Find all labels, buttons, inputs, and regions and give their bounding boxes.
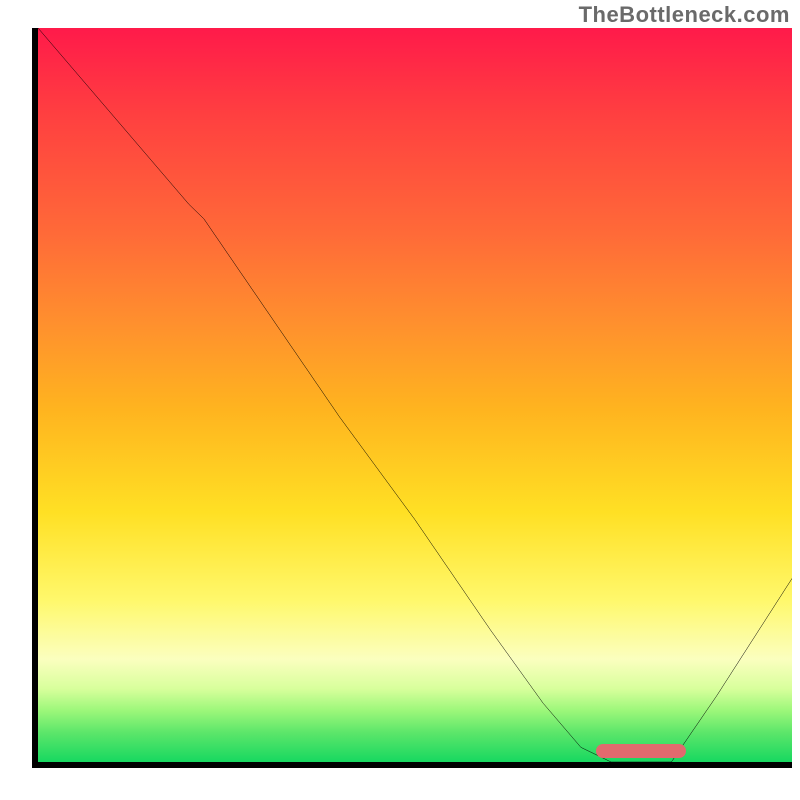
optimal-range-marker (596, 744, 686, 758)
plot-area (32, 28, 792, 768)
curve-path (38, 28, 792, 762)
attribution-label: TheBottleneck.com (579, 2, 790, 28)
bottleneck-curve (38, 28, 792, 762)
chart-frame: TheBottleneck.com (0, 0, 800, 800)
